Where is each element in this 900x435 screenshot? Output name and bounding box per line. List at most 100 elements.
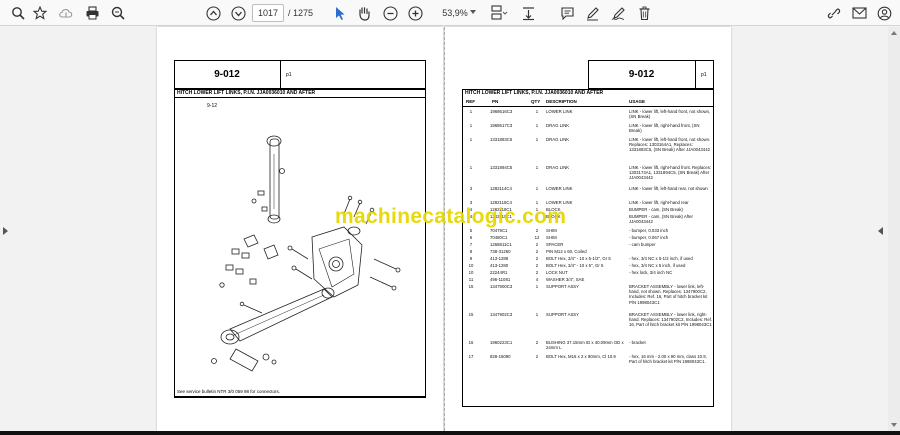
- qty-cell: 2: [535, 242, 539, 247]
- horizontal-scrollbar[interactable]: [0, 431, 900, 435]
- left-document-page: 9-012 p1 HITCH LOWER LIFT LINKS, P.I.N. …: [157, 27, 443, 431]
- qty-cell: 1: [535, 186, 539, 191]
- description-cell: SPACER: [546, 242, 564, 247]
- usage-cell: - cam bumper: [629, 242, 656, 247]
- table-header: REF PN QTY DESCRIPTION USAGE: [462, 97, 714, 107]
- comment-icon[interactable]: [557, 3, 577, 23]
- ref-cell: 15: [468, 284, 474, 289]
- document-viewer[interactable]: 9-012 p1 HITCH LOWER LIFT LINKS, P.I.N. …: [0, 27, 900, 435]
- bookmark-star-icon[interactable]: [30, 3, 50, 23]
- ref-cell: 3: [469, 186, 473, 191]
- description-cell: SUPPORT ASSY: [546, 284, 580, 289]
- vertical-scrollbar[interactable]: [888, 27, 900, 431]
- next-page-button[interactable]: [228, 3, 248, 23]
- usage-cell: - hex, 3/4 NC x 5-1/2 inch, if used: [629, 256, 693, 261]
- qty-cell: 2: [535, 340, 539, 345]
- part-number-cell: 1347900C3: [490, 284, 513, 289]
- part-number-cell: 1268811C1: [490, 242, 512, 247]
- description-cell: DRAG LINK: [546, 123, 570, 128]
- column-header-description: DESCRIPTION: [546, 99, 577, 104]
- service-bulletin-note: See service bulletin NTR 3/0 059 98 for …: [177, 389, 281, 394]
- usage-cell: - hex lock, 3/4 inch NC: [629, 270, 673, 275]
- print-icon[interactable]: [82, 3, 102, 23]
- ref-cell: 16: [468, 340, 474, 345]
- page-total-label: / 1275: [288, 8, 314, 18]
- part-number-cell: 70480C1: [490, 235, 508, 240]
- share-link-icon[interactable]: [824, 3, 844, 23]
- select-cursor-icon[interactable]: [330, 3, 350, 23]
- description-cell: LOWER LINK: [546, 186, 573, 191]
- usage-cell: - bumper, 0.033 inch: [629, 228, 669, 233]
- usage-cell: LINK - lower lift, left-hand rear, not s…: [629, 186, 708, 191]
- page-part-label: p1: [701, 72, 707, 78]
- qty-cell: 2: [535, 256, 539, 261]
- qty-cell: 1: [535, 284, 539, 289]
- page-number-input[interactable]: 1017: [252, 4, 284, 22]
- section-title: HITCH LOWER LIFT LINKS, P.I.N. JJA003601…: [177, 90, 316, 96]
- usage-cell: - bracket: [629, 340, 646, 345]
- ref-cell: 1: [469, 123, 473, 128]
- part-number-cell: 828-16090: [490, 354, 511, 359]
- part-number-cell: 1282114C4: [490, 186, 512, 191]
- fit-page-icon[interactable]: [518, 3, 538, 23]
- usage-cell: BUMPER - cam, (SN Break): [629, 207, 683, 212]
- qty-cell: 1: [535, 312, 539, 317]
- section-title: HITCH LOWER LIFT LINKS, P.I.N. JJA003601…: [465, 90, 604, 96]
- part-number-cell: 1347902C3: [490, 312, 513, 317]
- part-number-cell: 22244R1: [490, 270, 508, 275]
- ref-cell: 9: [469, 256, 473, 261]
- scroll-down-icon[interactable]: [891, 423, 897, 427]
- usage-cell: LINK - lower lift, left-hand front, not …: [629, 109, 711, 120]
- pdf-toolbar: 1017 / 1275 53,9%: [0, 0, 900, 26]
- page-layout-icon[interactable]: [487, 3, 511, 23]
- page-code: 9-012: [214, 69, 240, 80]
- ref-cell: 7: [469, 242, 473, 247]
- description-cell: LOWER LINK: [546, 109, 573, 114]
- usage-cell: BUMPER - cam, (SN Break) After JJA004344…: [629, 214, 693, 225]
- column-header-qty: QTY: [531, 99, 541, 104]
- description-cell: BOLT Hex, 3/4" - 10 x 5-1/2", Gr 5: [546, 256, 611, 261]
- description-cell: SUPPORT ASSY: [546, 312, 580, 317]
- usage-cell: BRACKET ASSEMBLY - lower link, left-hand…: [629, 284, 708, 305]
- description-cell: PIN M12 x 60, Coiled: [546, 249, 587, 254]
- qty-cell: 2: [535, 263, 539, 268]
- qty-cell: 1: [535, 109, 539, 114]
- previous-page-button[interactable]: [203, 3, 223, 23]
- description-cell: BOLT Hex, M16 x 2 x 90mm, Cl 10.9: [546, 354, 616, 359]
- zoom-in-button[interactable]: [405, 3, 425, 23]
- ref-cell: 8: [469, 249, 473, 254]
- draw-sign-icon[interactable]: [608, 3, 628, 23]
- right-panel-toggle-icon[interactable]: [878, 227, 883, 235]
- ref-cell: 6: [469, 235, 473, 240]
- qty-cell: 2: [535, 270, 539, 275]
- scroll-up-icon[interactable]: [891, 31, 897, 35]
- ref-cell: 17: [468, 354, 474, 359]
- usage-cell: BRACKET ASSEMBLY - lower link, right-han…: [629, 312, 713, 328]
- chevron-down-icon[interactable]: [470, 10, 476, 14]
- delete-trash-icon[interactable]: [634, 3, 654, 23]
- ref-cell: 10: [468, 263, 474, 268]
- description-cell: BOLT Hex, 3/4" - 10 x 5", Gr 5: [546, 263, 604, 268]
- usage-cell: - bumper, 0.067 inch: [629, 235, 669, 240]
- column-header-ref: REF: [466, 99, 475, 104]
- cloud-upload-icon[interactable]: [56, 3, 76, 23]
- part-number-cell: 1331894C5: [490, 165, 513, 170]
- hand-tool-icon[interactable]: [354, 3, 374, 23]
- search-icon[interactable]: [8, 3, 28, 23]
- part-number-cell: 1331893C5: [490, 137, 513, 142]
- usage-cell: LINK - lower lift, left-hand front, not …: [629, 137, 711, 153]
- description-cell: LOCK NUT: [546, 270, 568, 275]
- part-number-cell: 738-31260: [490, 249, 511, 254]
- account-icon[interactable]: [874, 3, 894, 23]
- email-icon[interactable]: [849, 3, 869, 23]
- zoom-find-icon[interactable]: [108, 3, 128, 23]
- description-cell: DRAG LINK: [546, 165, 570, 170]
- qty-cell: 4: [535, 277, 539, 282]
- part-number-cell: 1968616C3: [490, 109, 513, 114]
- site-watermark: machinecatalogic.com: [335, 205, 567, 228]
- left-panel-toggle-icon[interactable]: [3, 227, 8, 235]
- description-cell: WASHER 3/4", SAE: [546, 277, 585, 282]
- zoom-out-button[interactable]: [380, 3, 400, 23]
- highlight-pen-icon[interactable]: [582, 3, 602, 23]
- ref-cell: 1: [469, 137, 473, 142]
